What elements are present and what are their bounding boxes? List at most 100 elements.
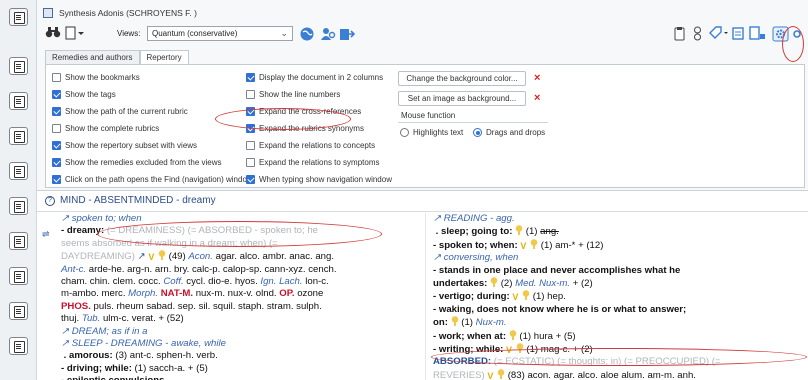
rubric-xref[interactable]: ↗ READING - agg. [433,213,805,225]
column-divider [425,213,426,380]
checkbox[interactable] [246,124,255,133]
rubric-xref[interactable]: ↗ spoken to; when [61,213,421,225]
checkbox[interactable] [246,141,255,150]
rubric-xref[interactable]: ↗ conversing, when [433,252,805,264]
option-typing-navigation[interactable]: When typing show navigation window [246,175,392,184]
change-background-color-button[interactable]: Change the background color... [398,71,526,86]
option-expand-synonyms[interactable]: Expand the rubrics synonyms [246,124,364,133]
option-two-columns[interactable]: Display the document in 2 columns [246,73,383,82]
option-label: Expand the relations to symptoms [259,158,380,167]
generalization-icon [148,251,155,261]
app-icon [43,8,53,18]
option-show-tags[interactable]: Show the tags [52,90,116,99]
clipboard-icon[interactable] [9,92,28,110]
rubric-line: on: (1) Nux-m. [433,316,507,329]
rubric-line: - spoken to; when: (1) am-* + (12) [433,238,805,252]
checkbox[interactable] [246,73,255,82]
option-line-numbers[interactable]: Show the line numbers [246,90,340,99]
rubric-line: . amorous: (3) ant-c. sphen-h. verb. [63,350,218,362]
option-click-path-find[interactable]: Click on the path opens the Find (naviga… [52,175,253,184]
clipboard-icon[interactable] [9,337,28,355]
option-label: Expand the cross-references [259,107,362,116]
checkbox[interactable] [52,124,61,133]
option-label: Click on the path opens the Find (naviga… [65,175,253,184]
checkbox[interactable] [52,90,61,99]
checkbox[interactable] [246,107,255,116]
option-show-excluded-remedies[interactable]: Show the remedies excluded from the view… [52,158,222,167]
option-show-path[interactable]: Show the path of the current rubric [52,107,188,116]
export-icon[interactable] [339,26,356,45]
document-list-icon[interactable] [749,26,767,41]
settings-panel: Synthesis Adonis (SCHROYENS F. ) Views: … [37,0,808,190]
rubric-line: Ant-c. arde-he. arg-n. arn. bry. calc-p.… [61,263,337,275]
checkbox[interactable] [52,175,61,184]
views-selected-value: Quantum (conservative) [152,29,238,38]
views-dropdown[interactable]: Quantum (conservative) ⌄ [147,26,293,41]
checkbox[interactable] [246,175,255,184]
repertory-options: Show the bookmarks Show the tags Show th… [45,64,805,188]
clipboard-icon[interactable] [9,302,28,320]
option-show-complete-rubrics[interactable]: Show the complete rubrics [52,124,159,133]
option-expand-cross-references[interactable]: Expand the cross-references [246,107,361,116]
rubric-xref[interactable]: ↗ SLEEP - DREAMING - awake, while [61,338,421,350]
checkbox[interactable] [246,158,255,167]
tab-repertory[interactable]: Repertory [139,50,189,64]
tab-bar: Remedies and authors Repertory [45,50,189,64]
option-expand-concepts[interactable]: Expand the relations to concepts [246,141,375,150]
clipboard-icon[interactable] [9,232,28,250]
people-icon[interactable] [691,26,704,41]
repertory-icon[interactable] [732,26,745,41]
chevron-down-icon: ⌄ [280,28,288,38]
close-icon[interactable]: × [534,72,540,84]
right-toolbar [673,24,803,44]
rubric-line: - waking, does not know where he is or w… [433,303,687,315]
clipboard-icon[interactable] [9,162,28,180]
radio-drags-drops[interactable]: Drags and drops [473,128,545,137]
option-show-subset-views[interactable]: Show the repertory subset with views [52,141,197,150]
info-icon [530,238,539,249]
tag-icon[interactable] [708,26,730,41]
clipboard-icon[interactable] [9,267,28,285]
binoculars-icon[interactable] [45,26,61,41]
globe-icon[interactable] [299,26,315,45]
rubric-xref[interactable]: ↗ DREAM; as if in a [61,326,421,338]
rubric-side-icon[interactable]: ⇌ [42,229,50,240]
clipboard-icon[interactable] [9,57,28,75]
option-expand-symptoms[interactable]: Expand the relations to symptoms [246,158,380,167]
chapter-symbol-icon: ? [45,195,55,206]
radio-button[interactable] [400,128,409,137]
set-background-image-button[interactable]: Set an image as background... [398,91,526,106]
clipboard-icon[interactable] [9,197,28,215]
rubric-line: DAYDREAMING) ↗ (49) Acon. agar. alco. am… [61,250,421,263]
clipboard-icon[interactable] [9,127,28,145]
rubric-line: REVERIES) (83) acon. agar. alco. aloe al… [433,368,805,380]
close-icon[interactable]: × [534,92,540,104]
option-show-bookmarks[interactable]: Show the bookmarks [52,73,140,82]
info-icon [450,316,459,327]
document-new-icon[interactable] [65,26,85,43]
rubric-line: - epileptic convulsions [61,375,421,380]
option-label: Show the line numbers [259,90,341,99]
clipboard-icon[interactable] [9,8,28,26]
checkbox[interactable] [52,107,61,116]
checkbox[interactable] [246,90,255,99]
info-icon [497,368,506,379]
person-search-icon[interactable] [320,26,336,45]
checkbox[interactable] [52,158,61,167]
tab-remedies-authors[interactable]: Remedies and authors [45,50,140,64]
divider [37,211,808,212]
checkbox[interactable] [52,73,61,82]
rubric-line: seems absorbed as if walking in a dream;… [61,237,278,249]
generalization-icon [520,240,527,250]
settings-gear-icon[interactable] [772,26,790,42]
info-icon [522,290,531,301]
checkbox[interactable] [52,141,61,150]
clipboard-icon[interactable] [673,26,686,41]
rubric-line: cham. chin. clem. cocc. Coff. cycl. dio-… [61,276,329,288]
repertory-right-column: ↗ READING - agg. . sleep; going to: (1) … [433,213,805,380]
radio-highlights-text[interactable]: Highlights text [400,128,463,137]
left-dock [0,0,37,380]
radio-button[interactable] [473,128,482,137]
repertory-document: ? MIND - ABSENTMINDED - dreamy ⇌ ↗ spoke… [37,190,808,380]
info-icon [508,329,517,340]
